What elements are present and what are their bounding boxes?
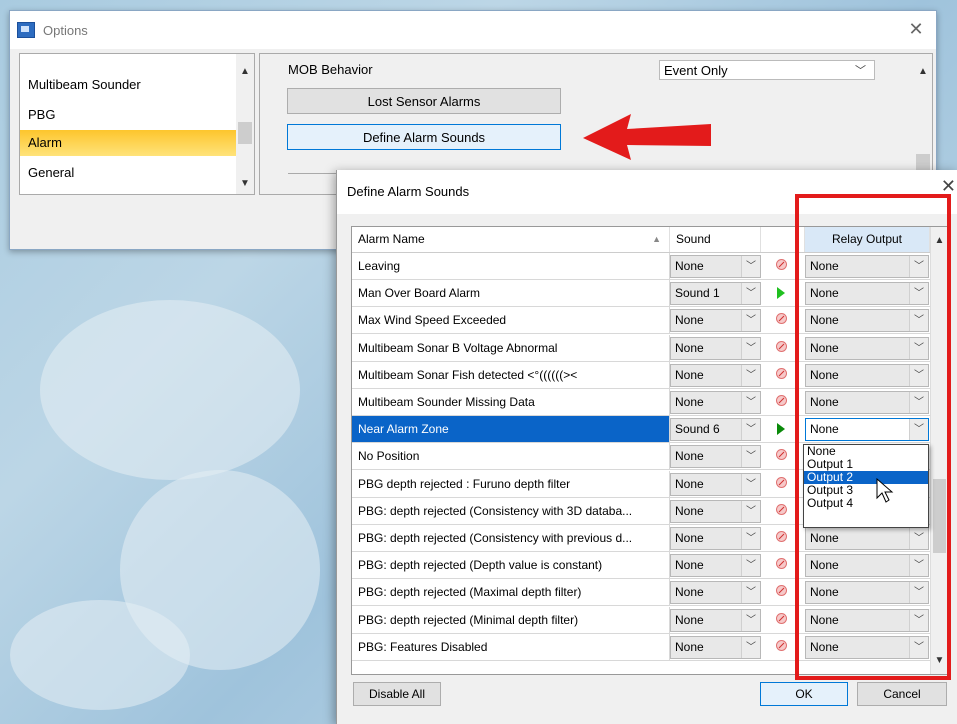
red-highlight-box	[795, 194, 951, 680]
sound-select[interactable]: None ﹀	[670, 554, 761, 578]
mute-icon[interactable]	[776, 531, 787, 542]
mob-behavior-label: MOB Behavior	[288, 62, 373, 77]
nav-item-general[interactable]: General	[20, 160, 250, 186]
sound-select[interactable]: None ﹀	[670, 527, 761, 550]
cancel-button[interactable]: Cancel	[857, 682, 947, 706]
sound-select[interactable]: None ﹀	[670, 255, 761, 278]
mute-icon[interactable]	[776, 395, 787, 406]
options-nav-list: Multibeam Sounder PBG Alarm General ▲ ▼	[19, 53, 255, 195]
chevron-down-icon: ﹀	[741, 446, 760, 468]
alarm-name-cell: PBG: depth rejected (Consistency with 3D…	[352, 497, 670, 524]
chevron-down-icon: ﹀	[741, 392, 760, 413]
nav-item-pbg[interactable]: PBG	[20, 102, 250, 128]
alarm-name-cell: PBG: depth rejected (Depth value is cons…	[352, 552, 670, 579]
mute-icon[interactable]	[776, 449, 787, 461]
mute-icon[interactable]	[776, 585, 787, 597]
alarm-name-cell: Multibeam Sounder Missing Data	[352, 389, 670, 415]
chevron-down-icon: ﹀	[741, 310, 760, 332]
chevron-down-icon: ﹀	[741, 528, 760, 549]
lost-sensor-alarms-button[interactable]: Lost Sensor Alarms	[287, 88, 561, 114]
sound-select[interactable]: None ﹀	[670, 499, 761, 523]
sound-select[interactable]: None ﹀	[670, 445, 761, 469]
scroll-up-icon[interactable]: ▲	[914, 62, 932, 82]
options-titlebar: Options ✕	[10, 11, 936, 49]
sound-select[interactable]: None ﹀	[670, 309, 761, 333]
column-header-alarm-name[interactable]: Alarm Name ▲	[352, 227, 670, 252]
sound-select[interactable]: Sound 6 ﹀	[670, 418, 761, 442]
nav-item-alarm[interactable]: Alarm	[20, 130, 250, 156]
dialog-title: Define Alarm Sounds	[347, 184, 470, 199]
play-icon[interactable]	[777, 423, 785, 436]
close-icon[interactable]: ✕	[904, 17, 928, 41]
alarm-name-cell: Max Wind Speed Exceeded	[352, 307, 670, 334]
sound-select[interactable]: None ﹀	[670, 336, 761, 360]
alarm-name-cell: PBG: depth rejected (Maximal depth filte…	[352, 579, 670, 606]
mute-icon[interactable]	[776, 367, 787, 379]
chevron-down-icon: ﹀	[741, 364, 760, 386]
mute-icon[interactable]	[776, 639, 787, 651]
mute-icon[interactable]	[776, 503, 787, 515]
nav-item-multibeam-sounder[interactable]: Multibeam Sounder	[20, 72, 250, 98]
sound-select[interactable]: None ﹀	[670, 391, 761, 414]
sound-select[interactable]: None ﹀	[670, 635, 761, 659]
alarm-name-cell: Leaving	[352, 253, 670, 279]
alarm-name-cell: No Position	[352, 443, 670, 470]
alarm-name-cell: PBG depth rejected : Furuno depth filter	[352, 470, 670, 497]
sound-select[interactable]: Sound 1 ﹀	[670, 282, 761, 306]
mob-behavior-select[interactable]: Event Only ﹀	[659, 60, 875, 80]
chevron-down-icon: ﹀	[741, 256, 760, 277]
disable-all-button[interactable]: Disable All	[353, 682, 441, 706]
alarm-name-cell: Multibeam Sonar B Voltage Abnormal	[352, 334, 670, 361]
mute-icon[interactable]	[776, 259, 787, 270]
chevron-down-icon: ﹀	[741, 337, 760, 359]
chevron-down-icon: ﹀	[741, 283, 760, 305]
chevron-down-icon: ﹀	[741, 555, 760, 577]
alarm-name-cell: Multibeam Sonar Fish detected <°((((((><	[352, 361, 670, 388]
sound-select[interactable]: None ﹀	[670, 581, 761, 605]
alarm-name-cell: Near Alarm Zone	[352, 416, 670, 443]
chevron-down-icon: ﹀	[741, 582, 760, 604]
chevron-down-icon: ﹀	[855, 65, 866, 77]
sound-select[interactable]: None ﹀	[670, 472, 761, 496]
alarm-name-cell: PBG: Features Disabled	[352, 633, 670, 660]
mute-icon[interactable]	[776, 476, 787, 488]
chevron-down-icon: ﹀	[741, 636, 760, 658]
mute-icon[interactable]	[776, 313, 787, 325]
chevron-down-icon: ﹀	[741, 473, 760, 495]
options-title: Options	[43, 22, 88, 38]
ok-button[interactable]: OK	[760, 682, 848, 706]
alarm-name-cell: Man Over Board Alarm	[352, 280, 670, 307]
mute-icon[interactable]	[776, 558, 787, 570]
sound-select[interactable]: None ﹀	[670, 608, 761, 632]
scroll-up-icon[interactable]: ▲	[236, 62, 254, 82]
nav-scrollbar[interactable]: ▲ ▼	[236, 54, 254, 194]
column-header-sound[interactable]: Sound	[670, 227, 761, 252]
define-alarm-sounds-button[interactable]: Define Alarm Sounds	[287, 124, 561, 150]
app-icon	[17, 22, 35, 38]
chevron-down-icon: ﹀	[741, 609, 760, 631]
chevron-down-icon: ﹀	[741, 500, 760, 522]
play-icon[interactable]	[777, 287, 785, 300]
sound-select[interactable]: None ﹀	[670, 363, 761, 387]
scroll-down-icon[interactable]: ▼	[236, 174, 254, 194]
chevron-down-icon: ﹀	[741, 419, 760, 441]
mute-icon[interactable]	[776, 340, 787, 352]
alarm-name-cell: PBG: depth rejected (Minimal depth filte…	[352, 606, 670, 633]
red-arrow-annotation	[583, 114, 711, 160]
sort-up-icon: ▲	[652, 234, 661, 244]
scroll-thumb[interactable]	[238, 122, 252, 144]
mute-icon[interactable]	[776, 612, 787, 624]
alarm-name-cell: PBG: depth rejected (Consistency with pr…	[352, 525, 670, 551]
